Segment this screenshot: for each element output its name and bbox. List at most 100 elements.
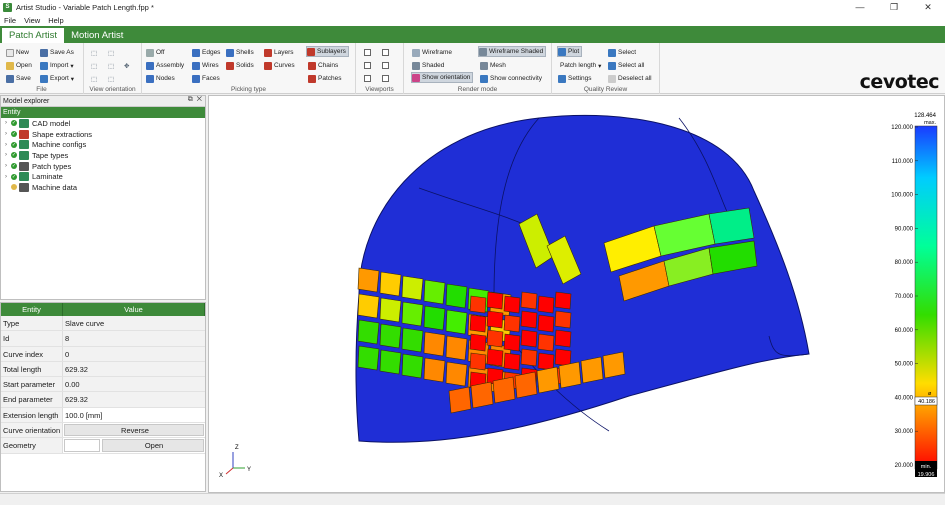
render-wireframe-button[interactable]: Wireframe	[412, 47, 452, 58]
minimize-button[interactable]: —	[843, 0, 877, 15]
tree-item-tape-types[interactable]: › ✓ Tape types	[1, 150, 205, 161]
pick-nodes-button[interactable]: Nodes	[146, 73, 175, 84]
export-button[interactable]: Export ▾	[40, 73, 74, 84]
tape-patch[interactable]	[357, 267, 380, 293]
tape-patch[interactable]	[401, 327, 424, 353]
tree-item-machine-data[interactable]: Machine data	[1, 182, 205, 193]
tape-patch[interactable]	[357, 293, 380, 319]
tape-patch[interactable]	[445, 309, 468, 335]
model-canvas[interactable]: Z Y X 128.464 max. 120.000 110.000 100.000…	[209, 96, 945, 494]
select-button[interactable]: Select	[608, 47, 636, 58]
geometry-field[interactable]	[64, 439, 100, 452]
viewport-three-button[interactable]	[380, 60, 391, 71]
tape-patch[interactable]	[401, 301, 424, 327]
3d-viewport[interactable]: Z Y X 128.464 max. 120.000 110.000 100.000…	[208, 95, 945, 493]
tape-patch[interactable]	[503, 314, 521, 333]
new-button[interactable]: New	[6, 47, 29, 58]
tape-patch[interactable]	[379, 271, 402, 297]
tape-patch[interactable]	[486, 310, 504, 329]
tape-patch[interactable]	[520, 329, 538, 348]
show-connectivity-button[interactable]: Show connectivity	[480, 73, 542, 84]
select-all-button[interactable]: Select all	[608, 60, 644, 71]
tab-patch-artist[interactable]: Patch Artist	[2, 28, 65, 43]
tape-patch[interactable]	[445, 361, 468, 387]
pick-solids-button[interactable]: Solids	[226, 60, 254, 71]
view-right-button[interactable]: ⬚	[108, 60, 114, 71]
tape-patch[interactable]	[423, 305, 446, 331]
tape-patch[interactable]	[558, 361, 582, 389]
viewport-four-button[interactable]	[362, 73, 373, 84]
pick-chains-button[interactable]: Chains	[308, 60, 338, 71]
settings-button[interactable]: Settings	[558, 73, 592, 84]
close-button[interactable]: ✕	[911, 0, 945, 15]
float-panel-icon[interactable]: ⧉	[188, 96, 193, 103]
menu-help[interactable]: Help	[44, 16, 67, 25]
tape-patch[interactable]	[708, 207, 755, 245]
tape-patch[interactable]	[445, 283, 468, 309]
tape-patch[interactable]	[602, 351, 626, 379]
show-orientation-button[interactable]: Show orientation	[411, 72, 474, 83]
pick-wires-button[interactable]: Wires	[192, 60, 219, 71]
patch-length-dropdown[interactable]: Patch length ▾	[560, 60, 601, 71]
pick-assembly-button[interactable]: Assembly	[146, 60, 184, 71]
view-iso-back-button[interactable]: ⬚	[108, 47, 114, 58]
viewport-split-h-button[interactable]	[380, 47, 391, 58]
tape-patch[interactable]	[401, 275, 424, 301]
tape-patch[interactable]	[536, 366, 560, 394]
visibility-check-icon[interactable]: ✓	[11, 152, 17, 159]
tape-patch[interactable]	[503, 333, 521, 352]
view-fit-button[interactable]: ✥	[124, 60, 129, 71]
plot-button[interactable]: Plot	[557, 46, 583, 57]
tape-patch[interactable]	[503, 295, 521, 314]
view-bottom-button[interactable]: ⬚	[108, 73, 114, 84]
tape-patch[interactable]	[379, 323, 402, 349]
pick-layers-button[interactable]: Layers	[264, 47, 294, 58]
viewport-single-button[interactable]	[362, 47, 373, 58]
render-wireframe-shaded-button[interactable]: Wireframe Shaded	[478, 46, 547, 57]
tape-patch[interactable]	[486, 291, 504, 310]
maximize-button[interactable]: ❐	[877, 0, 911, 15]
view-top-button[interactable]: ⬚	[91, 73, 97, 84]
pick-shells-button[interactable]: Shells	[226, 47, 254, 58]
tape-patch[interactable]	[470, 381, 494, 409]
tape-patch[interactable]	[379, 349, 402, 375]
tree-item-laminate[interactable]: › ✓ Laminate	[1, 171, 205, 182]
tape-patch[interactable]	[486, 348, 504, 367]
tape-patch[interactable]	[423, 357, 446, 383]
tape-patch[interactable]	[469, 314, 487, 333]
tape-patch[interactable]	[492, 376, 516, 404]
pick-sublayers-button[interactable]: Sublayers	[306, 46, 349, 57]
tape-patch[interactable]	[445, 335, 468, 361]
tape-patch[interactable]	[537, 295, 555, 314]
tape-patch[interactable]	[469, 333, 487, 352]
tape-patch[interactable]	[401, 353, 424, 379]
reverse-button[interactable]: Reverse	[64, 424, 204, 437]
save-as-button[interactable]: Save As	[40, 47, 74, 58]
pick-off-button[interactable]: Off	[146, 47, 165, 58]
viewport-split-v-button[interactable]	[362, 60, 373, 71]
visibility-check-icon[interactable]: ✓	[11, 163, 17, 170]
extension-length-input[interactable]: 100.0 [mm]	[63, 407, 205, 423]
tab-motion-artist[interactable]: Motion Artist	[64, 28, 130, 43]
pick-edges-button[interactable]: Edges	[192, 47, 220, 58]
render-mesh-button[interactable]: Mesh	[480, 60, 506, 71]
pick-patches-button[interactable]: Patches	[308, 73, 342, 84]
view-iso-front-button[interactable]: ⬚	[91, 47, 97, 58]
open-button[interactable]: Open	[6, 60, 32, 71]
tape-patch[interactable]	[554, 291, 572, 310]
menu-file[interactable]: File	[0, 16, 20, 25]
tree-item-patch-types[interactable]: › ✓ Patch types	[1, 161, 205, 172]
tape-patch[interactable]	[469, 295, 487, 314]
menu-view[interactable]: View	[20, 16, 44, 25]
tape-patch[interactable]	[537, 333, 555, 352]
tape-patch[interactable]	[580, 356, 604, 384]
tree-item-shape-extractions[interactable]: › ✓ Shape extractions	[1, 129, 205, 140]
tape-patch[interactable]	[554, 348, 572, 367]
tape-patch[interactable]	[486, 329, 504, 348]
import-button[interactable]: Import ▾	[40, 60, 74, 71]
tape-patch[interactable]	[537, 314, 555, 333]
open-geometry-button[interactable]: Open	[102, 439, 204, 452]
visibility-check-icon[interactable]: ✓	[11, 173, 17, 180]
deselect-all-button[interactable]: Deselect all	[608, 73, 652, 84]
tape-patch[interactable]	[357, 345, 380, 371]
